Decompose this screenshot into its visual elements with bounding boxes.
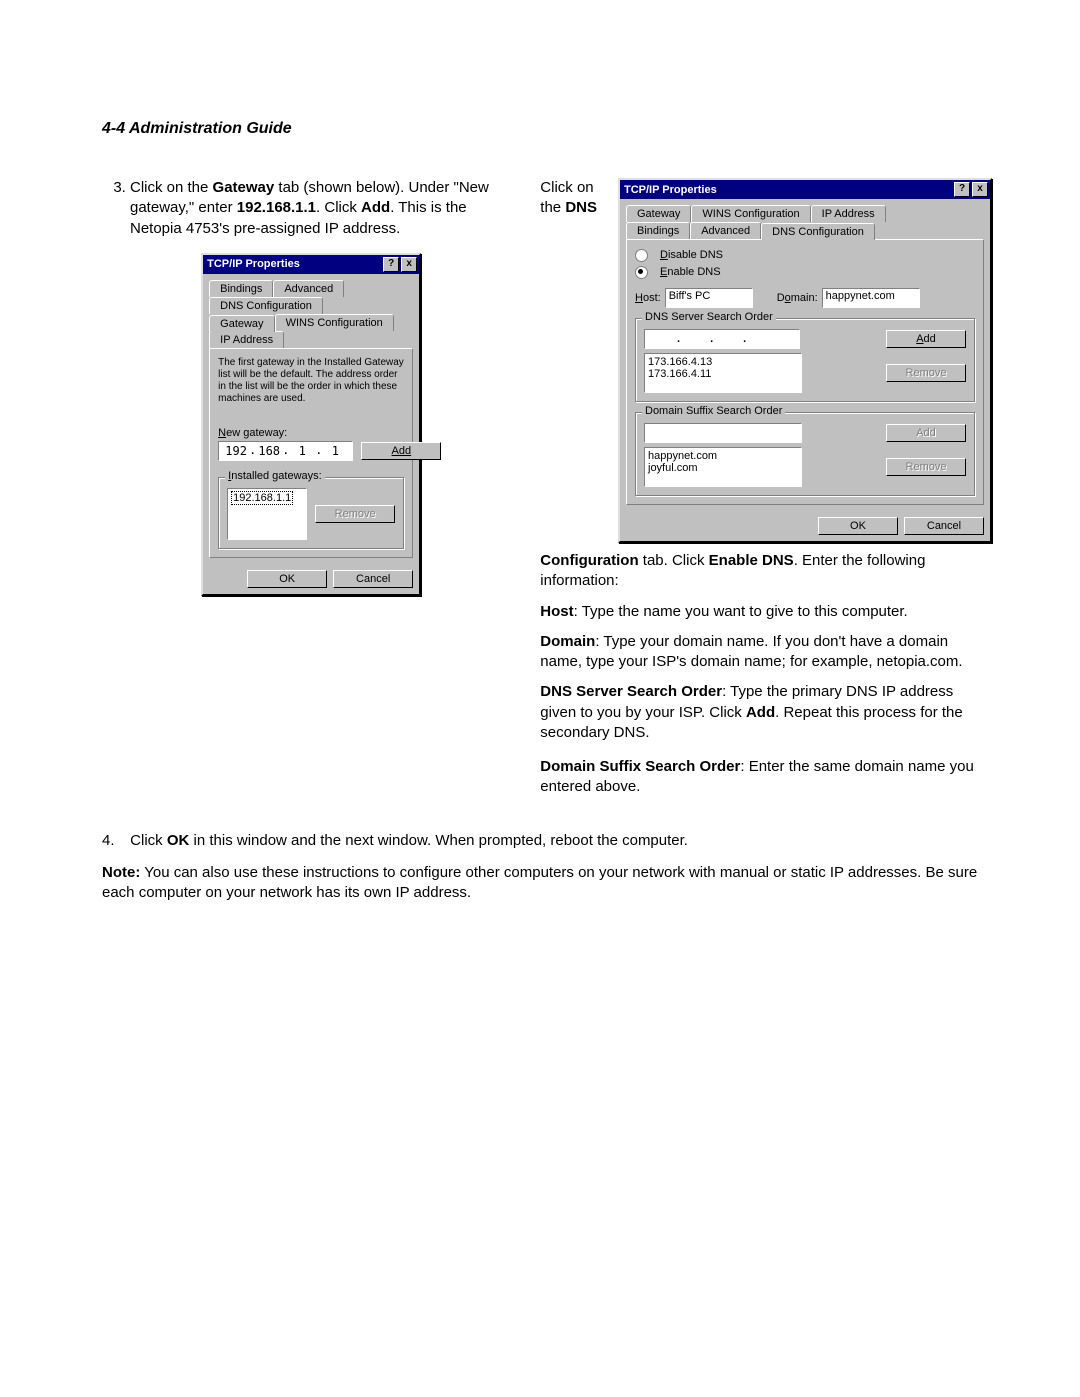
tab-advanced[interactable]: Advanced	[690, 222, 761, 239]
installed-gateways-list[interactable]: 192.168.1.1	[227, 488, 307, 540]
page-header: 4-4 Administration Guide	[102, 120, 992, 138]
add-suffix-button[interactable]: Add	[886, 424, 966, 442]
step3-add: Add	[361, 199, 390, 216]
tab-dns-config[interactable]: DNS Configuration	[209, 297, 323, 314]
installed-gateways-group: Installed gateways: 192.168.1.1 Remove	[218, 477, 404, 549]
domain-label: Domain:	[777, 292, 818, 304]
host-label: Host:	[635, 292, 661, 304]
dns-ip-input[interactable]: ...	[644, 329, 800, 349]
host-input[interactable]: Biff's PC	[665, 288, 753, 308]
tab-gateway[interactable]: Gateway	[209, 315, 274, 332]
suffix-input[interactable]	[644, 423, 802, 443]
note-paragraph: Note: You can also use these instruction…	[102, 863, 992, 904]
step3-text3: . Click	[316, 199, 361, 216]
list-item[interactable]: happynet.com	[648, 450, 798, 462]
dialog1-title: TCP/IP Properties	[207, 258, 300, 270]
list-item[interactable]: 173.166.4.13	[648, 356, 798, 368]
help-icon[interactable]: ?	[954, 182, 970, 197]
dialog2-tabs-row2: Bindings Advanced DNS Configuration	[620, 222, 990, 239]
close-icon[interactable]: x	[401, 257, 417, 272]
right-host-p: Host: Type the name you want to give to …	[540, 602, 992, 622]
list-item[interactable]: joyful.com	[648, 462, 798, 474]
step4-number: 4.	[102, 832, 126, 849]
disable-dns-radio[interactable]: Disable DNS	[635, 248, 975, 261]
suffix-list[interactable]: happynet.com joyful.com	[644, 447, 802, 487]
remove-dns-button[interactable]: Remove	[886, 364, 966, 382]
dialog1-titlebar[interactable]: TCP/IP Properties ? x	[203, 255, 419, 274]
list-item[interactable]: 192.168.1.1	[231, 491, 293, 505]
dialog2-panel: Disable DNS Enable DNS Host: Biff's PC D…	[626, 239, 984, 505]
suffix-legend: Domain Suffix Search Order	[642, 405, 785, 417]
tab-dns-config[interactable]: DNS Configuration	[761, 223, 875, 240]
tab-gateway[interactable]: Gateway	[626, 205, 691, 222]
dialog2-tabs-row1: Gateway WINS Configuration IP Address	[620, 199, 990, 222]
step3-ip: 192.168.1.1	[237, 199, 316, 216]
right-dss-p: Domain Suffix Search Order: Enter the sa…	[540, 757, 992, 798]
tab-bindings[interactable]: Bindings	[626, 222, 690, 239]
help-icon[interactable]: ?	[383, 257, 399, 272]
dialog2-title: TCP/IP Properties	[624, 184, 717, 196]
add-dns-button[interactable]: Add	[886, 330, 966, 348]
new-gateway-input[interactable]: 192. 168. 1. 1	[218, 441, 353, 461]
dns-search-order-group: DNS Server Search Order ... Add 173.166.…	[635, 318, 975, 402]
ok-button[interactable]: OK	[247, 570, 327, 588]
dialog1-panel: The first gateway in the Installed Gatew…	[209, 348, 413, 558]
right-dsso-p: DNS Server Search Order: Type the primar…	[540, 682, 992, 743]
cancel-button[interactable]: Cancel	[904, 517, 984, 535]
ok-button[interactable]: OK	[818, 517, 898, 535]
tab-wins[interactable]: WINS Configuration	[691, 205, 810, 222]
right-domain-p: Domain: Type your domain name. If you do…	[540, 632, 992, 673]
dsso-legend: DNS Server Search Order	[642, 311, 776, 323]
domain-input[interactable]: happynet.com	[822, 288, 920, 308]
step3-gateway: Gateway	[213, 179, 275, 196]
step-4: 4. Click OK in this window and the next …	[102, 832, 992, 849]
step3-text: Click on the	[130, 179, 213, 196]
gateway-desc: The first gateway in the Installed Gatew…	[218, 357, 404, 405]
tab-ipaddress[interactable]: IP Address	[811, 205, 886, 222]
tcpip-dns-dialog: TCP/IP Properties ? x Gateway WINS Confi…	[618, 178, 992, 543]
enable-dns-radio[interactable]: Enable DNS	[635, 265, 975, 278]
dialog2-titlebar[interactable]: TCP/IP Properties ? x	[620, 180, 990, 199]
domain-suffix-group: Domain Suffix Search Order Add happynet.…	[635, 412, 975, 496]
new-gateway-label: New gateway:	[218, 427, 404, 439]
cancel-button[interactable]: Cancel	[333, 570, 413, 588]
tab-advanced[interactable]: Advanced	[273, 280, 344, 297]
remove-gateway-button[interactable]: Remove	[315, 505, 395, 523]
dialog1-tabs-row2: Gateway WINS Configuration IP Address	[203, 314, 419, 348]
tcpip-gateway-dialog: TCP/IP Properties ? x Bindings Advanced …	[201, 253, 421, 596]
tab-bindings[interactable]: Bindings	[209, 280, 273, 297]
remove-suffix-button[interactable]: Remove	[886, 458, 966, 476]
tab-wins[interactable]: WINS Configuration	[275, 314, 394, 331]
close-icon[interactable]: x	[972, 182, 988, 197]
list-item[interactable]: 173.166.4.11	[648, 368, 798, 380]
step-3: Click on the Gateway tab (shown below). …	[130, 178, 520, 239]
add-gateway-button[interactable]: Add	[361, 442, 441, 460]
dialog1-tabs-row1: Bindings Advanced DNS Configuration	[203, 274, 419, 314]
dns-list[interactable]: 173.166.4.13 173.166.4.11	[644, 353, 802, 393]
tab-ipaddress[interactable]: IP Address	[209, 331, 284, 348]
